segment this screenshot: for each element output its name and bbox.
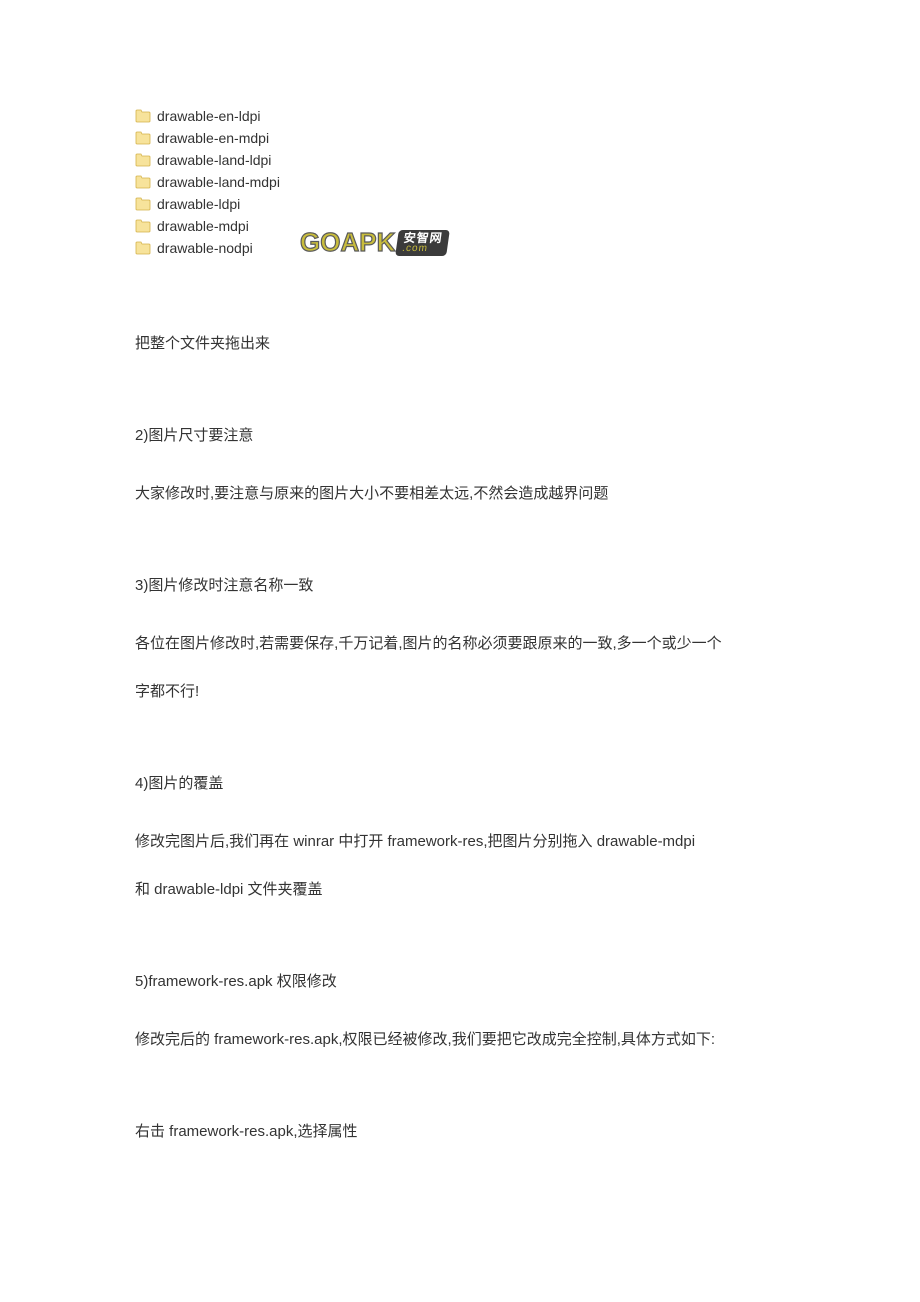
folder-item: drawable-land-ldpi: [135, 149, 785, 171]
watermark-text-bottom: .com: [402, 244, 442, 254]
watermark-text-top: 安智网: [403, 232, 444, 244]
body-text: 修改完后的 framework-res.apk,权限已经被修改,我们要把它改成完…: [135, 1025, 785, 1055]
section-heading: 2)图片尺寸要注意: [135, 421, 785, 451]
folder-icon: [135, 153, 151, 167]
folder-icon: [135, 175, 151, 189]
folder-label: drawable-mdpi: [157, 218, 249, 234]
folder-list: drawable-en-ldpi drawable-en-mdpi drawab…: [135, 105, 785, 259]
body-text: 字都不行!: [135, 677, 785, 707]
folder-item: drawable-mdpi: [135, 215, 785, 237]
folder-label: drawable-land-ldpi: [157, 152, 271, 168]
watermark-logo: GOAPK 安智网 .com: [300, 227, 448, 258]
folder-item: drawable-land-mdpi: [135, 171, 785, 193]
body-text: 把整个文件夹拖出来: [135, 329, 785, 359]
folder-label: drawable-land-mdpi: [157, 174, 280, 190]
folder-icon: [135, 241, 151, 255]
watermark-text-left: GOAPK: [300, 227, 397, 258]
body-text: 右击 framework-res.apk,选择属性: [135, 1117, 785, 1147]
folder-icon: [135, 197, 151, 211]
section-heading: 4)图片的覆盖: [135, 769, 785, 799]
folder-label: drawable-en-ldpi: [157, 108, 261, 124]
section-heading: 3)图片修改时注意名称一致: [135, 571, 785, 601]
folder-item: drawable-nodpi: [135, 237, 785, 259]
section-heading: 5)framework-res.apk 权限修改: [135, 967, 785, 997]
folder-item: drawable-en-ldpi: [135, 105, 785, 127]
folder-icon: [135, 131, 151, 145]
folder-label: drawable-nodpi: [157, 240, 253, 256]
folder-label: drawable-ldpi: [157, 196, 240, 212]
body-text: 和 drawable-ldpi 文件夹覆盖: [135, 875, 785, 905]
body-text: 修改完图片后,我们再在 winrar 中打开 framework-res,把图片…: [135, 827, 785, 857]
folder-icon: [135, 219, 151, 233]
folder-item: drawable-en-mdpi: [135, 127, 785, 149]
body-text: 大家修改时,要注意与原来的图片大小不要相差太远,不然会造成越界问题: [135, 479, 785, 509]
watermark-badge: 安智网 .com: [396, 230, 451, 256]
folder-icon: [135, 109, 151, 123]
folder-item: drawable-ldpi: [135, 193, 785, 215]
body-text: 各位在图片修改时,若需要保存,千万记着,图片的名称必须要跟原来的一致,多一个或少…: [135, 629, 785, 659]
document-page: drawable-en-ldpi drawable-en-mdpi drawab…: [0, 0, 920, 1207]
folder-label: drawable-en-mdpi: [157, 130, 269, 146]
